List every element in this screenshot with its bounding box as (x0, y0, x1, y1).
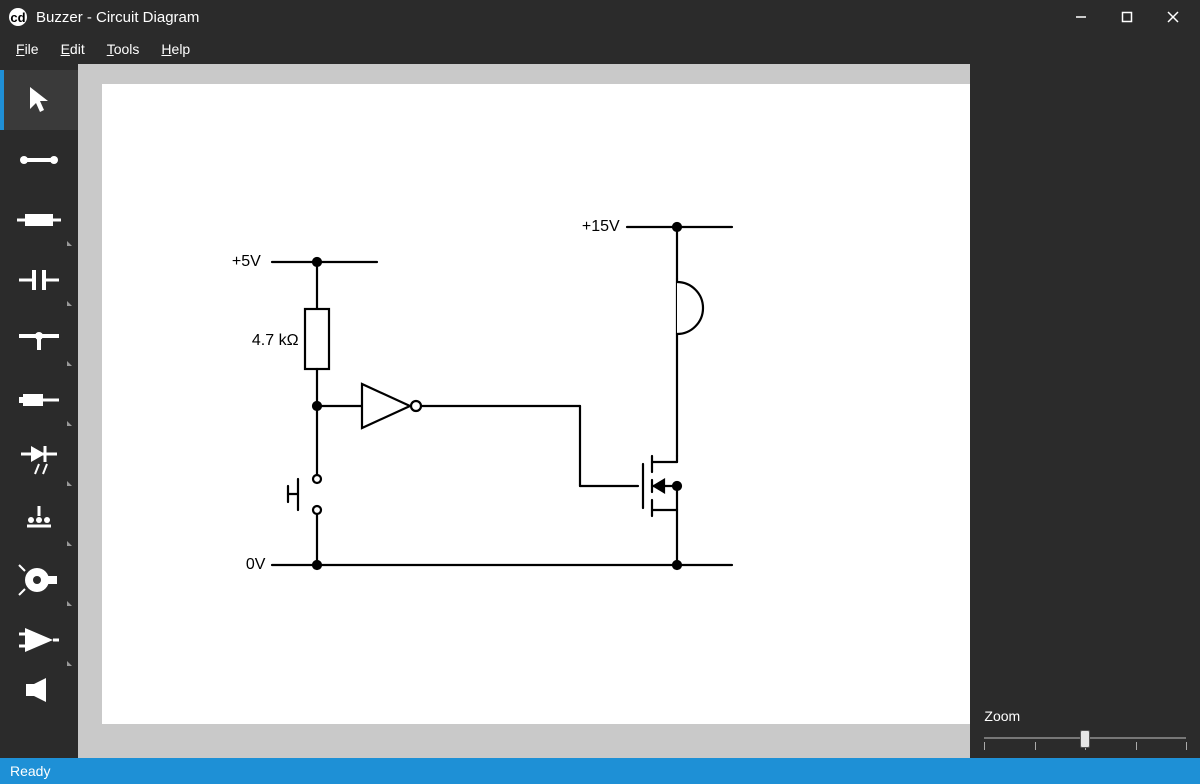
ground-icon (21, 506, 57, 534)
speaker-icon (24, 678, 54, 702)
expander-icon (67, 421, 72, 426)
resistor-icon (17, 211, 61, 229)
menu-file[interactable]: File (6, 38, 49, 60)
tool-motor[interactable] (0, 550, 78, 610)
minimize-button[interactable] (1058, 0, 1104, 34)
menu-help[interactable]: Help (151, 38, 200, 60)
close-button[interactable] (1150, 0, 1196, 34)
tool-opamp[interactable] (0, 610, 78, 670)
tool-connector[interactable] (0, 370, 78, 430)
tool-wire[interactable] (0, 130, 78, 190)
wire-icon (19, 154, 59, 166)
expander-icon (67, 541, 72, 546)
expander-icon (67, 661, 72, 666)
junction-icon (19, 328, 59, 352)
label-plus15v: +15V (582, 218, 620, 236)
menu-tools[interactable]: Tools (97, 38, 150, 60)
status-text: Ready (10, 763, 50, 779)
capacitor-icon (19, 268, 59, 292)
opamp-icon (19, 626, 59, 654)
right-panel: Zoom (970, 64, 1200, 758)
label-0v: 0V (246, 556, 266, 574)
title-bar: cd Buzzer - Circuit Diagram (0, 0, 1200, 34)
canvas-area[interactable]: +5V +15V 0V 4.7 kΩ (78, 64, 971, 758)
tool-junction[interactable] (0, 310, 78, 370)
toolbox (0, 64, 78, 758)
circuit-drawing (102, 84, 971, 724)
circuit-canvas[interactable]: +5V +15V 0V 4.7 kΩ (102, 84, 971, 724)
expander-icon (67, 361, 72, 366)
svg-text:cd: cd (10, 10, 25, 25)
zoom-label: Zoom (984, 708, 1186, 724)
expander-icon (67, 301, 72, 306)
app-icon: cd (8, 7, 28, 27)
motor-icon (19, 565, 59, 595)
tool-ground[interactable] (0, 490, 78, 550)
tool-speaker[interactable] (0, 670, 78, 710)
menu-edit[interactable]: Edit (51, 38, 95, 60)
tool-resistor[interactable] (0, 190, 78, 250)
tool-diode[interactable] (0, 430, 78, 490)
menu-bar: File Edit Tools Help (0, 34, 1200, 64)
connector-icon (19, 390, 59, 410)
expander-icon (67, 601, 72, 606)
maximize-button[interactable] (1104, 0, 1150, 34)
tool-pointer[interactable] (0, 70, 78, 130)
label-plus5v: +5V (232, 253, 261, 271)
expander-icon (67, 241, 72, 246)
status-bar: Ready (0, 758, 1200, 784)
expander-icon (67, 481, 72, 486)
tool-capacitor[interactable] (0, 250, 78, 310)
zoom-slider[interactable] (984, 728, 1186, 748)
zoom-slider-thumb[interactable] (1080, 730, 1090, 748)
diode-icon (21, 446, 57, 474)
label-resistor-value: 4.7 kΩ (252, 332, 299, 350)
window-title: Buzzer - Circuit Diagram (36, 9, 199, 26)
pointer-icon (26, 85, 52, 115)
zoom-control: Zoom (970, 700, 1200, 758)
